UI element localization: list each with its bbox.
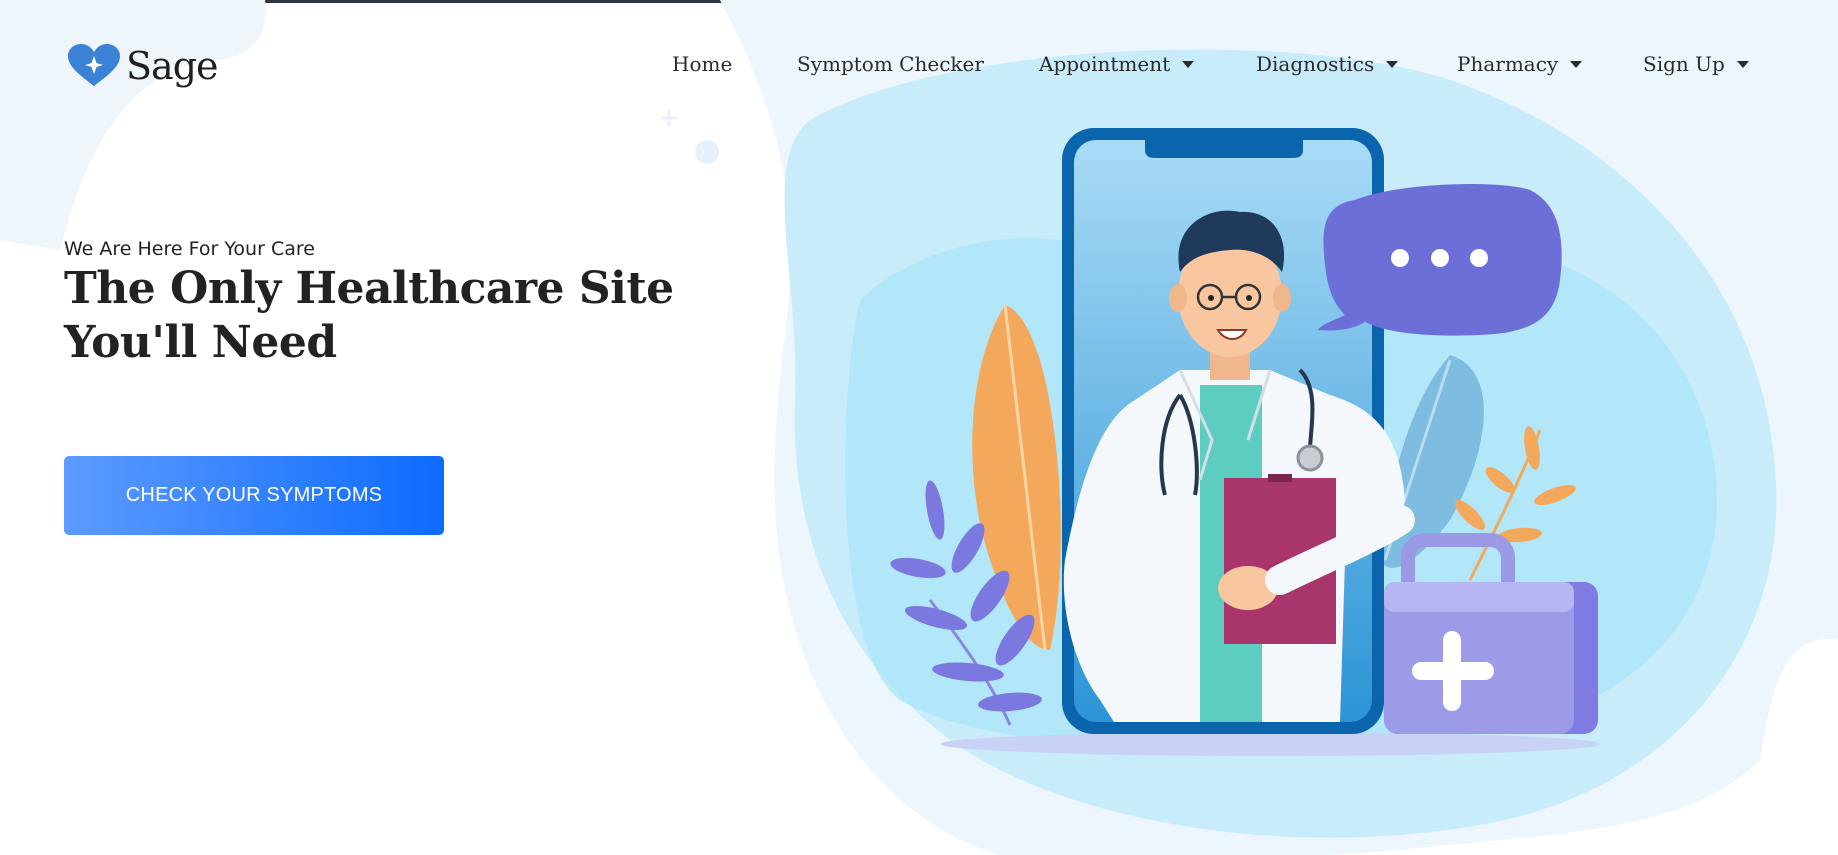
nav-appointment-label: Appointment — [1039, 52, 1171, 76]
hero-title: The Only Healthcare Site You'll Need — [64, 263, 674, 368]
check-symptoms-label: CHECK YOUR SYMPTOMS — [125, 484, 383, 506]
nav-symptom-checker-label: Symptom Checker — [797, 52, 984, 76]
caret-down-icon — [1570, 60, 1583, 68]
nav-sign-up-label: Sign Up — [1643, 52, 1725, 76]
ground-shadow — [940, 732, 1600, 756]
nav-pharmacy-label: Pharmacy — [1457, 52, 1559, 76]
nav-home-label: Home — [672, 52, 733, 76]
doctor-illustration — [784, 49, 1777, 838]
nav-appointment[interactable]: Appointment — [1039, 52, 1195, 76]
caret-down-icon — [1386, 60, 1399, 68]
nav-symptom-checker[interactable]: Symptom Checker — [797, 52, 984, 76]
caret-down-icon — [1182, 60, 1195, 68]
check-symptoms-button[interactable]: CHECK YOUR SYMPTOMS — [64, 456, 444, 535]
nav-home[interactable]: Home — [672, 52, 732, 76]
chat-bubble-icon — [1318, 184, 1562, 336]
hero-eyebrow: We Are Here For Your Care — [64, 238, 315, 260]
caret-down-icon — [1736, 60, 1749, 68]
main-nav: Home Symptom Checker Appointment Diagnos… — [0, 52, 1838, 88]
nav-pharmacy[interactable]: Pharmacy — [1457, 52, 1583, 76]
nav-diagnostics[interactable]: Diagnostics — [1256, 52, 1399, 76]
nav-diagnostics-label: Diagnostics — [1256, 52, 1375, 76]
nav-sign-up[interactable]: Sign Up — [1643, 52, 1749, 76]
